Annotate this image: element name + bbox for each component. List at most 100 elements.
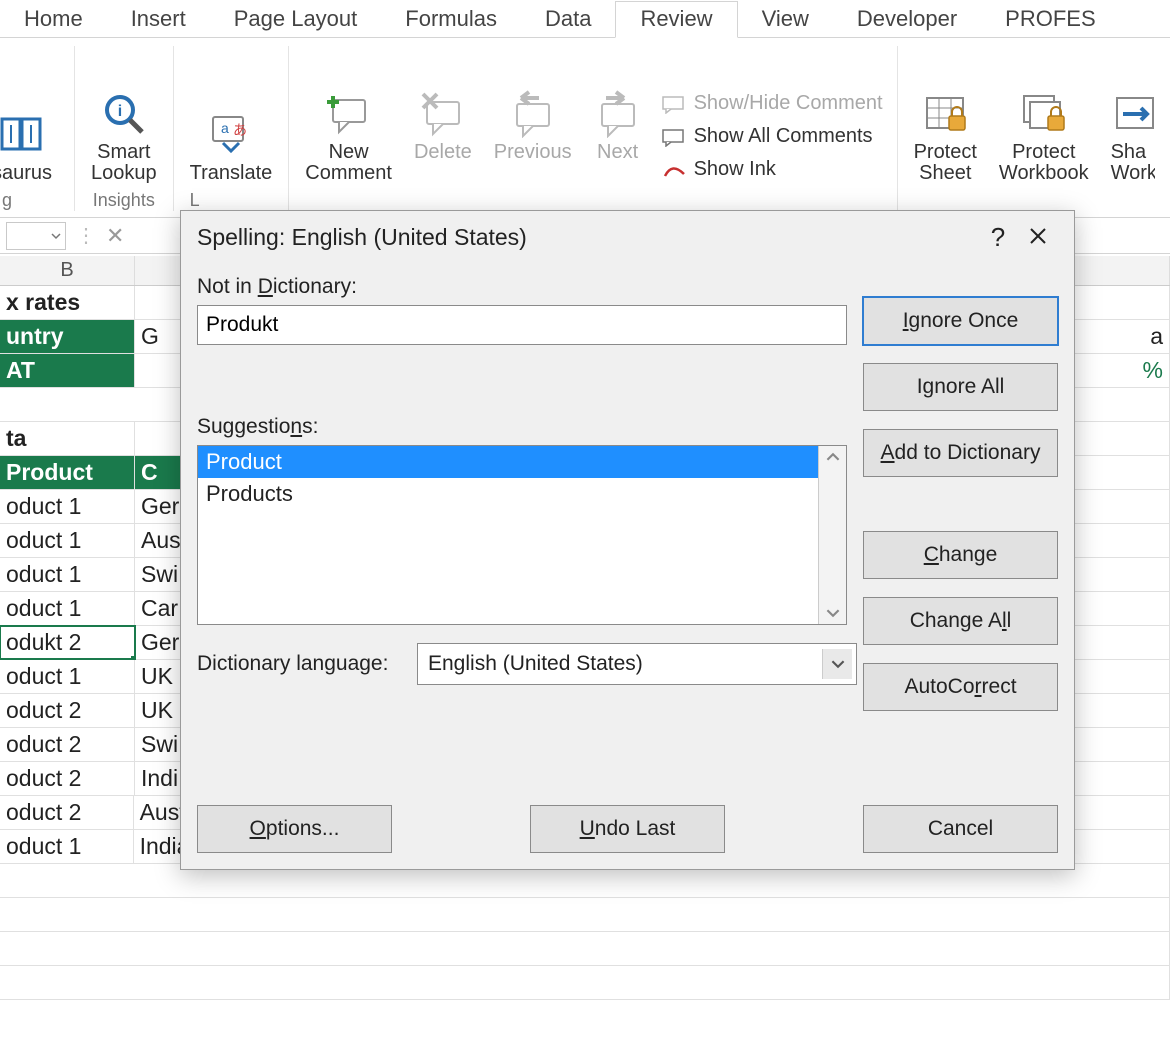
next-comment-icon <box>594 90 642 138</box>
dictionary-language-select[interactable]: English (United States) <box>417 643 857 685</box>
tab-insert[interactable]: Insert <box>107 2 210 37</box>
new-comment-label2: Comment <box>305 163 392 184</box>
new-comment-icon <box>325 90 373 138</box>
ignore-all-button[interactable]: Ignore All <box>863 363 1058 411</box>
tab-profes[interactable]: PROFES <box>981 2 1095 37</box>
ribbon-tabs: Home Insert Page Layout Formulas Data Re… <box>0 0 1170 38</box>
chevron-up-icon <box>826 450 840 464</box>
undo-last-button[interactable]: Undo Last <box>530 805 725 853</box>
cancel-button[interactable]: Cancel <box>863 805 1058 853</box>
ignore-once-button[interactable]: Ignore Once <box>863 297 1058 345</box>
smart-lookup-label2: Lookup <box>91 163 157 184</box>
cell[interactable]: x rates <box>0 286 135 319</box>
cell[interactable]: oduct 2 <box>0 728 135 761</box>
show-hide-comment-label: Show/Hide Comment <box>694 92 883 115</box>
delete-comment-label: Delete <box>414 142 472 163</box>
show-ink-button[interactable]: Show Ink <box>658 156 887 183</box>
tab-developer[interactable]: Developer <box>833 2 981 37</box>
not-in-dictionary-label: Not in Dictionary: <box>197 275 1058 299</box>
protect-sheet-label2: Sheet <box>914 163 977 184</box>
protect-workbook-icon <box>1020 90 1068 138</box>
cell[interactable]: oduct 1 <box>0 524 135 557</box>
cell[interactable]: oduct 1 <box>0 490 135 523</box>
delete-comment-button[interactable]: Delete <box>408 86 478 165</box>
tab-data[interactable]: Data <box>521 2 615 37</box>
cell[interactable]: ta <box>0 422 135 455</box>
cell[interactable]: oduct 1 <box>0 558 135 591</box>
protect-workbook-label1: Protect <box>1012 141 1075 163</box>
change-button[interactable]: Change <box>863 531 1058 579</box>
suggestion-item[interactable]: Product <box>198 446 818 478</box>
cell[interactable]: oduct 2 <box>0 762 135 795</box>
thesaurus-label: saurus <box>0 162 52 184</box>
show-all-comments-button[interactable]: Show All Comments <box>658 123 887 150</box>
tab-home[interactable]: Home <box>0 2 107 37</box>
ink-icon <box>662 160 688 180</box>
next-comment-label: Next <box>597 142 638 163</box>
dictionary-language-label: Dictionary language: <box>197 652 397 676</box>
language-group-caption: L <box>190 190 200 211</box>
translate-label: Translate <box>190 163 273 184</box>
change-all-button[interactable]: Change All <box>863 597 1058 645</box>
share-workbook-label2: Work <box>1111 163 1155 184</box>
previous-comment-icon <box>509 90 557 138</box>
comments-icon <box>662 127 688 147</box>
name-box[interactable] <box>6 222 66 250</box>
proofing-group-caption: g <box>2 190 12 211</box>
tab-formulas[interactable]: Formulas <box>381 2 521 37</box>
comment-eye-icon <box>662 94 688 114</box>
cell[interactable]: oduct 1 <box>0 830 134 863</box>
tab-review[interactable]: Review <box>615 1 737 38</box>
scrollbar[interactable] <box>818 446 846 624</box>
not-in-dictionary-input[interactable] <box>197 305 847 345</box>
cancel-formula-icon[interactable]: ✕ <box>106 223 124 249</box>
dictionary-language-value: English (United States) <box>428 652 643 676</box>
show-ink-label: Show Ink <box>694 158 776 181</box>
autocorrect-button[interactable]: AutoCorrect <box>863 663 1058 711</box>
thesaurus-button[interactable]: saurus <box>0 107 58 186</box>
cell[interactable]: a <box>1065 320 1170 353</box>
comments-group-caption <box>590 190 595 211</box>
share-workbook-button[interactable]: ShaWork <box>1105 86 1155 186</box>
chevron-down-icon <box>822 649 852 679</box>
cell[interactable] <box>0 966 1170 999</box>
suggestions-list[interactable]: Product Products <box>197 445 847 625</box>
delete-comment-icon <box>419 90 467 138</box>
protect-sheet-icon <box>921 90 969 138</box>
add-to-dictionary-button[interactable]: Add to Dictionary <box>863 429 1058 477</box>
previous-comment-button[interactable]: Previous <box>488 86 578 165</box>
cell[interactable]: % <box>1065 354 1170 387</box>
cell[interactable]: oduct 2 <box>0 796 134 829</box>
cell[interactable]: untry <box>0 320 135 353</box>
new-comment-button[interactable]: NewComment <box>299 86 398 186</box>
help-button[interactable]: ? <box>978 222 1018 253</box>
cell[interactable]: oduct 1 <box>0 660 135 693</box>
protect-sheet-button[interactable]: ProtectSheet <box>908 86 983 186</box>
magnifier-info-icon: i <box>100 90 148 138</box>
cell[interactable] <box>0 932 1170 965</box>
smart-lookup-button[interactable]: i SmartLookup <box>85 86 163 186</box>
protect-workbook-button[interactable]: ProtectWorkbook <box>993 86 1095 186</box>
options-button[interactable]: Options... <box>197 805 392 853</box>
chevron-down-icon <box>51 231 61 241</box>
col-header-b[interactable]: B <box>0 256 135 285</box>
ribbon: saurus g i SmartLookup Insights <box>0 38 1170 218</box>
next-comment-button[interactable]: Next <box>588 86 648 165</box>
close-button[interactable] <box>1018 222 1058 253</box>
svg-text:a: a <box>221 120 229 136</box>
new-comment-label1: New <box>329 141 369 163</box>
cell[interactable]: Product <box>0 456 135 489</box>
cell[interactable]: oduct 1 <box>0 592 135 625</box>
cell[interactable] <box>0 898 1170 931</box>
share-workbook-icon <box>1111 90 1155 138</box>
cell[interactable]: oduct 2 <box>0 694 135 727</box>
show-hide-comment-button[interactable]: Show/Hide Comment <box>658 90 887 117</box>
tab-page-layout[interactable]: Page Layout <box>210 2 382 37</box>
translate-button[interactable]: aあ Translate <box>184 107 279 186</box>
insights-group-caption: Insights <box>93 190 155 211</box>
suggestion-item[interactable]: Products <box>198 478 818 510</box>
cell[interactable]: odukt 2 <box>0 626 135 659</box>
cell[interactable]: AT <box>0 354 135 387</box>
dialog-title: Spelling: English (United States) <box>197 224 978 251</box>
tab-view[interactable]: View <box>738 2 833 37</box>
